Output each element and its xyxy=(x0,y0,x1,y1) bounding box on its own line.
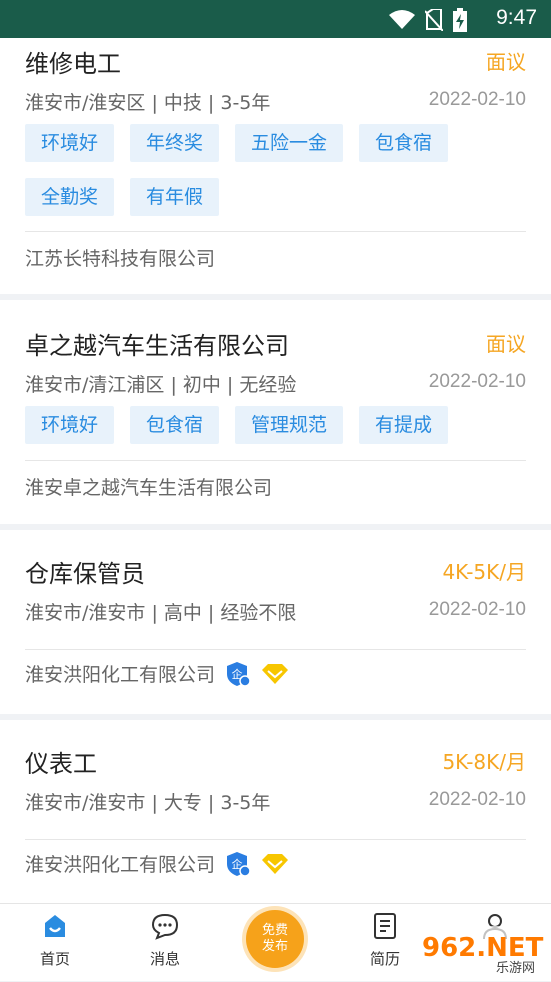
job-meta: 淮安市/淮安市 | 高中 | 经验不限 xyxy=(25,602,297,624)
job-tags: 环境好 包食宿 管理规范 有提成 xyxy=(25,406,525,444)
divider xyxy=(25,839,526,840)
job-tag: 有提成 xyxy=(359,406,449,444)
job-card[interactable]: 卓之越汽车生活有限公司 面议 淮安市/清江浦区 | 初中 | 无经验 2022-… xyxy=(0,300,551,524)
job-tag: 全勤奖 xyxy=(25,178,115,216)
job-date: 2022-02-10 xyxy=(428,371,526,392)
job-tag: 有年假 xyxy=(130,178,220,216)
divider xyxy=(25,231,526,232)
vip-diamond-icon xyxy=(262,853,289,874)
job-tag: 五险一金 xyxy=(235,124,344,162)
company-label: 江苏长特科技有限公司 xyxy=(25,248,216,270)
job-date: 2022-02-10 xyxy=(428,89,526,110)
job-tag: 包食宿 xyxy=(130,406,220,444)
message-icon xyxy=(151,913,179,940)
enterprise-verified-icon: 企 xyxy=(227,851,251,877)
company-name[interactable]: 淮安洪阳化工有限公司 企 xyxy=(25,850,289,877)
publish-label-line1: 免费 xyxy=(261,923,288,938)
watermark-text: 962.NET xyxy=(422,933,544,963)
job-tag: 环境好 xyxy=(25,124,115,162)
job-card[interactable]: 维修电工 面议 淮安市/淮安区 | 中技 | 3-5年 2022-02-10 环… xyxy=(0,38,551,294)
job-card[interactable]: 仪表工 5K-8K/月 淮安市/淮安市 | 大专 | 3-5年 2022-02-… xyxy=(0,720,551,903)
nav-home-label: 首页 xyxy=(39,950,70,968)
battery-charging-icon xyxy=(453,8,467,32)
job-tags: 环境好 年终奖 五险一金 包食宿 全勤奖 有年假 xyxy=(25,124,525,216)
status-bar: 9:47 xyxy=(0,0,551,38)
company-name[interactable]: 淮安洪阳化工有限公司 企 xyxy=(25,660,289,687)
nav-messages[interactable]: 消息 xyxy=(115,904,215,982)
home-icon xyxy=(45,915,65,937)
nav-home[interactable]: 首页 xyxy=(5,904,105,982)
job-salary: 面议 xyxy=(486,332,526,356)
job-title: 仓库保管员 xyxy=(25,560,145,588)
wifi-icon xyxy=(389,10,415,29)
enterprise-verified-icon: 企 xyxy=(227,661,251,687)
company-label: 淮安洪阳化工有限公司 xyxy=(25,854,216,876)
site-watermark-logo: 962.NET 乐游网 xyxy=(414,926,546,976)
job-title: 卓之越汽车生活有限公司 xyxy=(25,332,289,360)
vip-diamond-icon xyxy=(262,663,289,684)
publish-button[interactable]: 免费 发布 xyxy=(246,910,304,968)
status-icons xyxy=(389,8,467,32)
nav-messages-label: 消息 xyxy=(149,950,180,968)
job-meta: 淮安市/淮安区 | 中技 | 3-5年 xyxy=(25,92,271,114)
job-card[interactable]: 仓库保管员 4K-5K/月 淮安市/淮安市 | 高中 | 经验不限 2022-0… xyxy=(0,530,551,714)
resume-icon xyxy=(374,913,396,939)
company-name[interactable]: 淮安卓之越汽车生活有限公司 xyxy=(25,473,272,500)
divider xyxy=(25,649,526,650)
watermark-subtext: 乐游网 xyxy=(496,961,535,976)
publish-label-line2: 发布 xyxy=(261,939,288,954)
job-salary: 4K-5K/月 xyxy=(442,560,526,584)
company-label: 淮安洪阳化工有限公司 xyxy=(25,664,216,686)
job-salary: 面议 xyxy=(486,50,526,74)
job-title: 仪表工 xyxy=(25,750,97,778)
job-date: 2022-02-10 xyxy=(428,789,526,810)
company-label: 淮安卓之越汽车生活有限公司 xyxy=(25,477,273,499)
job-title: 维修电工 xyxy=(25,50,121,78)
divider xyxy=(25,460,526,461)
status-time: 9:47 xyxy=(496,6,537,29)
job-tag: 环境好 xyxy=(25,406,115,444)
job-date: 2022-02-10 xyxy=(428,599,526,620)
job-meta: 淮安市/清江浦区 | 初中 | 无经验 xyxy=(25,374,297,396)
job-meta: 淮安市/淮安市 | 大专 | 3-5年 xyxy=(25,792,271,814)
job-tag: 包食宿 xyxy=(359,124,449,162)
job-tag: 年终奖 xyxy=(130,124,220,162)
job-salary: 5K-8K/月 xyxy=(442,750,526,774)
company-name[interactable]: 江苏长特科技有限公司 xyxy=(25,244,215,271)
job-tag: 管理规范 xyxy=(235,406,344,444)
job-list[interactable]: 维修电工 面议 淮安市/淮安区 | 中技 | 3-5年 2022-02-10 环… xyxy=(0,38,551,903)
no-sim-icon xyxy=(425,9,443,31)
